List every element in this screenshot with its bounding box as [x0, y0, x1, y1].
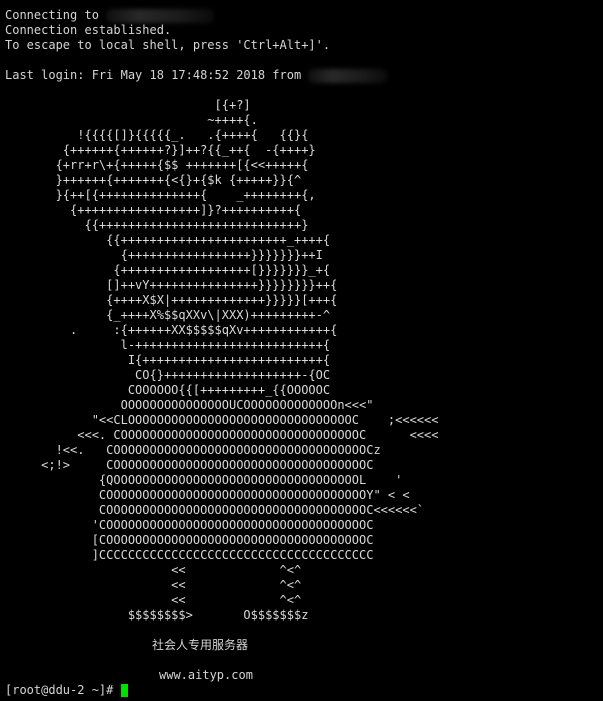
connecting-line: Connecting to	[5, 8, 603, 23]
ascii-art-line: ]CCCCCCCCCCCCCCCCCCCCCCCCCCCCCCCCCCCCCC	[5, 548, 374, 562]
redacted-ip	[308, 68, 389, 83]
prompt-text: [root@ddu-2 ~]#	[5, 683, 121, 697]
ascii-art-line: {{++++++++++++++++++++++++++++}	[5, 218, 309, 232]
ascii-art-line: !<<. COOOOOOOOOOOOOOOOOOOOOOOOOOOOOOOOOO…	[5, 443, 381, 457]
ascii-art-line: . :{++++++XX$$$$$qXv++++++++++++{	[5, 323, 338, 337]
ascii-art-line: }++++++{+++++++{<{}+{$k {+++++}}{^	[5, 173, 302, 187]
ascii-art-line: "<<CLOOOOOOOOOOOOOOOOOOOOOOOOOOOOOOOC ;<…	[5, 413, 439, 427]
ascii-art-line: {+rr+r\+{+++++{$$ +++++++[{<<+++++{	[5, 158, 309, 172]
ascii-art-line: COOOOOOOOOOOOOOOOOOOOOOOOOOOOOOOOOOOOY" …	[5, 488, 410, 502]
ascii-art-line: {_++++X%$$qXXv\|XXX)+++++++++-^	[5, 308, 331, 322]
ascii-art-line: CO{}+++++++++++++++++++-{OC	[5, 368, 331, 382]
last-login-text: Last login: Fri May 18 17:48:52 2018 fro…	[5, 68, 302, 82]
ascii-art-line: {{+++++++++++++++++++++++_++++{	[5, 233, 331, 247]
banner-website: www.aityp.com	[159, 668, 253, 682]
ascii-art-line: COOOOOOOOOOOOOOOOOOOOOOOOOOOOOOOOOOOOC<<…	[5, 503, 425, 517]
ascii-art-line: {+++++++++++++++++}}}}}}}++I	[5, 248, 323, 262]
shell-prompt[interactable]: [root@ddu-2 ~]#	[5, 683, 603, 698]
ascii-art-line: <<<. COOOOOOOOOOOOOOOOOOOOOOOOOOOOOOOOOC…	[5, 428, 439, 442]
ascii-art-line: [COOOOOOOOOOOOOOOOOOOOOOOOOOOOOOOOOOOOC	[5, 533, 374, 547]
last-login-line: Last login: Fri May 18 17:48:52 2018 fro…	[5, 68, 603, 83]
ascii-art-line: {+++++++++++++++++]}?++++++++++{	[5, 203, 302, 217]
connection-established-line: Connection established.	[5, 23, 172, 37]
ascii-art-line: I{+++++++++++++++++++++++++{	[5, 353, 331, 367]
ascii-art-line: !{{{{[]}{{{{{_. .{++++{ {{}{	[5, 128, 309, 142]
connecting-text: Connecting to	[5, 8, 99, 22]
ascii-art-line: {++++X$X|+++++++++++++}}}}}[+++{	[5, 293, 338, 307]
ascii-art-line: << ^<^	[5, 593, 302, 607]
ascii-art-line: <;!> COOOOOOOOOOOOOOOOOOOOOOOOOOOOOOOOOO…	[5, 458, 374, 472]
banner-caption: 社会人专用服务器	[152, 638, 249, 652]
ascii-art-line: << ^<^	[5, 578, 302, 592]
ascii-art-line: $$$$$$$$> O$$$$$$$z	[5, 608, 309, 622]
ascii-art-line: ~++++{.	[5, 113, 258, 127]
ascii-art-line: {++++++{++++++?}]++?{{_++{ -{++++}	[5, 143, 316, 157]
terminal-window[interactable]: Connecting to Connection established. To…	[0, 0, 603, 701]
redacted-host	[106, 8, 215, 23]
ascii-art-line: << ^<^	[5, 563, 302, 577]
ascii-art-line: l-++++++++++++++++++++++++++{	[5, 338, 331, 352]
ascii-art-line: [{+?]	[5, 98, 251, 112]
ascii-art-line: COOOOOO{{[+++++++++_{{OOOOOC	[5, 383, 331, 397]
ascii-art-line: []++vY+++++++++++++++}}}}}}}}++{	[5, 278, 338, 292]
ascii-art-banner: [{+?] ~++++{. !{{{{[]}{{{{{_. .{++++{ {{…	[5, 98, 603, 623]
escape-hint-line: To escape to local shell, press 'Ctrl+Al…	[5, 38, 331, 52]
ascii-art-line: {++++++++++++++++++[}}}}}}}_+{	[5, 263, 331, 277]
ascii-art-line: {QOOOOOOOOOOOOOOOOOOOOOOOOOOOOOOOOOOL '	[5, 473, 403, 487]
cursor-block[interactable]	[120, 684, 128, 697]
ascii-art-line: 'COOOOOOOOOOOOOOOOOOOOOOOOOOOOOOOOOOOOC	[5, 518, 374, 532]
ascii-art-line: }{++[{++++++++++++++{ _++++++++{,	[5, 188, 316, 202]
ascii-art-line: OOOOOOOOOOOOOOOUCOOOOOOOOOOOOOn<<<"	[5, 398, 374, 412]
